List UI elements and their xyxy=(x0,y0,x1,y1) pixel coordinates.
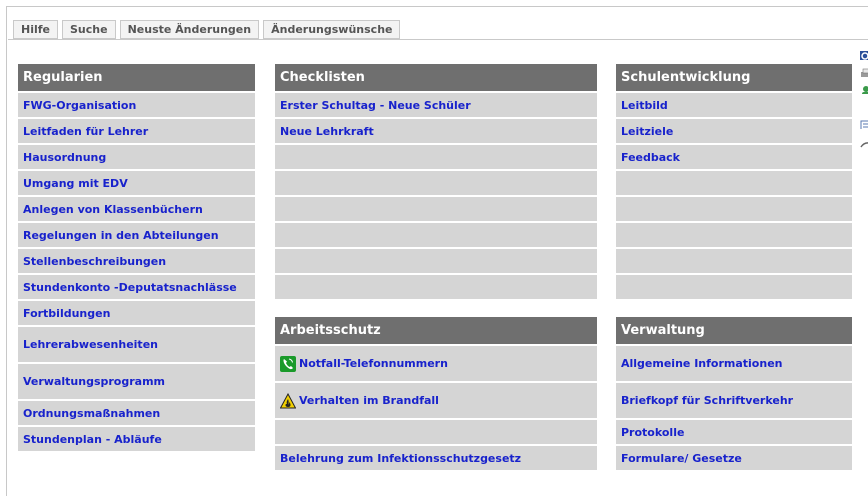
empty-row xyxy=(275,169,597,195)
link-feedback[interactable]: Feedback xyxy=(621,151,680,164)
search-icon[interactable] xyxy=(860,48,868,60)
link-icon[interactable] xyxy=(860,136,868,148)
link-notfall-telefonnummern[interactable]: Notfall-Telefonnummern xyxy=(299,357,448,370)
empty-row xyxy=(275,221,597,247)
panel-title-checklisten: Checklisten xyxy=(275,64,597,91)
user-icon[interactable] xyxy=(860,82,868,94)
empty-row xyxy=(616,273,852,299)
panel-schulentwicklung: Schulentwicklung Leitbild Leitziele Feed… xyxy=(616,64,852,299)
list-item: Leitziele xyxy=(616,117,852,143)
link-neue-lehrkraft[interactable]: Neue Lehrkraft xyxy=(280,125,374,138)
print-icon[interactable] xyxy=(860,65,868,77)
link-hausordnung[interactable]: Hausordnung xyxy=(23,151,106,164)
list-item: Lehrerabwesenheiten xyxy=(18,325,255,362)
link-fortbildungen[interactable]: Fortbildungen xyxy=(23,307,110,320)
phone-icon xyxy=(280,355,296,372)
list-item: Erster Schultag - Neue Schüler xyxy=(275,91,597,117)
empty-row xyxy=(275,195,597,221)
panel-title-schulentwicklung: Schulentwicklung xyxy=(616,64,852,91)
panel-arbeitsschutz: Arbeitsschutz Notfall-Telefonnummern Ver… xyxy=(275,317,597,470)
link-fwg-organisation[interactable]: FWG-Organisation xyxy=(23,99,136,112)
list-item: Stundenkonto -Deputatsnachlässe xyxy=(18,273,255,299)
empty-row xyxy=(616,195,852,221)
link-erster-schultag[interactable]: Erster Schultag - Neue Schüler xyxy=(280,99,471,112)
tab-bar-divider xyxy=(8,39,868,40)
list-item: Regelungen in den Abteilungen xyxy=(18,221,255,247)
list-item: Stellenbeschreibungen xyxy=(18,247,255,273)
link-anlegen-von-klassenbuechern[interactable]: Anlegen von Klassenbüchern xyxy=(23,203,203,216)
list-item: Fortbildungen xyxy=(18,299,255,325)
link-leitziele[interactable]: Leitziele xyxy=(621,125,673,138)
link-stellenbeschreibungen[interactable]: Stellenbeschreibungen xyxy=(23,255,166,268)
panel-checklisten: Checklisten Erster Schultag - Neue Schül… xyxy=(275,64,597,299)
link-regelungen-in-den-abteilungen[interactable]: Regelungen in den Abteilungen xyxy=(23,229,219,242)
link-lehrerabwesenheiten[interactable]: Lehrerabwesenheiten xyxy=(23,338,158,351)
link-leitfaden-fuer-lehrer[interactable]: Leitfaden für Lehrer xyxy=(23,125,148,138)
empty-row xyxy=(275,247,597,273)
link-protokolle[interactable]: Protokolle xyxy=(621,426,684,439)
list-item: Briefkopf für Schriftverkehr xyxy=(616,381,852,418)
empty-row xyxy=(616,247,852,273)
list-item: Neue Lehrkraft xyxy=(275,117,597,143)
list-item: Verhalten im Brandfall xyxy=(275,381,597,418)
link-allgemeine-informationen[interactable]: Allgemeine Informationen xyxy=(621,357,783,370)
list-item: Belehrung zum Infektionsschutzgesetz xyxy=(275,444,597,470)
link-verhalten-im-brandfall[interactable]: Verhalten im Brandfall xyxy=(299,394,439,407)
list-item: Protokolle xyxy=(616,418,852,444)
link-umgang-mit-edv[interactable]: Umgang mit EDV xyxy=(23,177,128,190)
link-stundenplan-ablaeufe[interactable]: Stundenplan - Abläufe xyxy=(23,433,162,446)
panel-title-verwaltung: Verwaltung xyxy=(616,317,852,344)
tab-aenderungswuensche[interactable]: Änderungswünsche xyxy=(263,20,401,39)
list-item: Anlegen von Klassenbüchern xyxy=(18,195,255,221)
link-belehrung-infektionsschutzgesetz[interactable]: Belehrung zum Infektionsschutzgesetz xyxy=(280,452,521,465)
panel-title-regularien: Regularien xyxy=(18,64,255,91)
tab-hilfe[interactable]: Hilfe xyxy=(13,20,58,39)
list-item: Umgang mit EDV xyxy=(18,169,255,195)
empty-row xyxy=(616,169,852,195)
list-item: Feedback xyxy=(616,143,852,169)
top-tab-bar: Hilfe Suche Neuste Änderungen Änderungsw… xyxy=(13,20,404,40)
list-item: Notfall-Telefonnummern xyxy=(275,344,597,381)
edit-icon[interactable] xyxy=(860,117,868,129)
list-item: Leitbild xyxy=(616,91,852,117)
tab-neuste-aenderungen[interactable]: Neuste Änderungen xyxy=(119,20,260,39)
panel-verwaltung: Verwaltung Allgemeine Informationen Brie… xyxy=(616,317,852,470)
empty-row xyxy=(275,143,597,169)
list-item: Verwaltungsprogramm xyxy=(18,362,255,399)
empty-row xyxy=(275,273,597,299)
link-ordnungsmassnahmen[interactable]: Ordnungsmaßnahmen xyxy=(23,407,160,420)
list-item: Formulare/ Gesetze xyxy=(616,444,852,470)
list-item: Hausordnung xyxy=(18,143,255,169)
list-item: Allgemeine Informationen xyxy=(616,344,852,381)
fire-warning-icon xyxy=(279,392,297,409)
empty-row xyxy=(275,418,597,444)
panel-title-arbeitsschutz: Arbeitsschutz xyxy=(275,317,597,344)
link-verwaltungsprogramm[interactable]: Verwaltungsprogramm xyxy=(23,375,165,388)
panel-regularien: Regularien FWG-Organisation Leitfaden fü… xyxy=(18,64,255,451)
link-stundenkonto[interactable]: Stundenkonto -Deputatsnachlässe xyxy=(23,281,237,294)
tab-suche[interactable]: Suche xyxy=(62,20,116,39)
link-formulare-gesetze[interactable]: Formulare/ Gesetze xyxy=(621,452,742,465)
list-item: Leitfaden für Lehrer xyxy=(18,117,255,143)
link-leitbild[interactable]: Leitbild xyxy=(621,99,668,112)
link-briefkopf[interactable]: Briefkopf für Schriftverkehr xyxy=(621,394,793,407)
list-item: Stundenplan - Abläufe xyxy=(18,425,255,451)
empty-row xyxy=(616,221,852,247)
list-item: FWG-Organisation xyxy=(18,91,255,117)
list-item: Ordnungsmaßnahmen xyxy=(18,399,255,425)
